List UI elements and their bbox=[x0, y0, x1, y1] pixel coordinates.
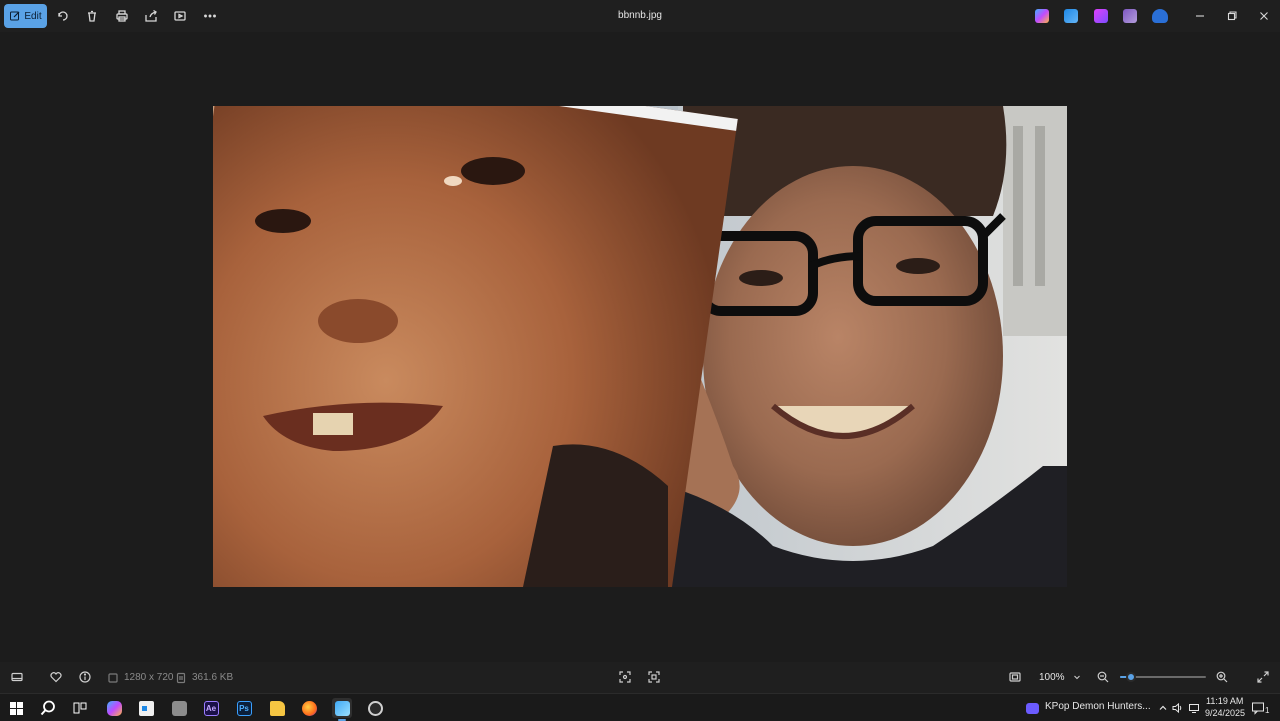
network-icon[interactable] bbox=[1184, 698, 1204, 718]
copilot-icon[interactable] bbox=[1035, 9, 1049, 23]
task-view-icon[interactable] bbox=[70, 698, 90, 718]
photoshop-icon[interactable]: Ps bbox=[234, 698, 254, 718]
fit-to-window-icon[interactable] bbox=[1008, 670, 1022, 684]
minimize-icon[interactable] bbox=[1192, 8, 1208, 24]
top-toolbar: Edit bbnnb.jpg bbox=[0, 0, 1280, 32]
system-icon[interactable] bbox=[169, 698, 189, 718]
file-size-icon bbox=[174, 671, 188, 685]
onedrive-icon[interactable] bbox=[1152, 9, 1168, 23]
file-title: bbnnb.jpg bbox=[618, 10, 662, 21]
close-icon[interactable] bbox=[1256, 8, 1272, 24]
zoom-out-icon[interactable] bbox=[1096, 670, 1110, 684]
file-size: 361.6 KB bbox=[192, 672, 234, 683]
photo-image bbox=[213, 106, 1067, 587]
dimensions-icon bbox=[106, 671, 120, 685]
filmstrip-icon[interactable] bbox=[10, 670, 24, 684]
zoom-in-icon[interactable] bbox=[1215, 670, 1229, 684]
zoom-value: 100% bbox=[1039, 671, 1065, 683]
slideshow-icon[interactable] bbox=[172, 8, 188, 24]
edit-button[interactable]: Edit bbox=[4, 4, 47, 28]
search-icon[interactable] bbox=[38, 698, 58, 718]
edit-icon bbox=[10, 11, 20, 21]
fullscreen-icon[interactable] bbox=[1256, 670, 1270, 684]
news-widget-label[interactable]: KPop Demon Hunters... bbox=[1045, 701, 1151, 712]
scan-text-icon[interactable] bbox=[618, 670, 632, 684]
obs-icon[interactable] bbox=[365, 698, 385, 718]
edit-button-label: Edit bbox=[24, 10, 42, 22]
after-effects-icon[interactable]: Ae bbox=[201, 698, 221, 718]
start-icon[interactable] bbox=[6, 698, 26, 718]
clock-date[interactable]: 9/24/2025 bbox=[1205, 708, 1245, 718]
store-icon[interactable] bbox=[136, 698, 156, 718]
news-widget-icon[interactable] bbox=[1022, 698, 1042, 718]
rotate-icon[interactable] bbox=[55, 8, 71, 24]
info-icon[interactable] bbox=[78, 670, 92, 684]
photos-app-icon[interactable] bbox=[1123, 9, 1137, 23]
delete-icon[interactable] bbox=[84, 8, 100, 24]
zoom-dropdown[interactable]: 100% bbox=[1033, 667, 1087, 687]
clock-time[interactable]: 11:19 AM bbox=[1206, 696, 1243, 706]
firefox-icon[interactable] bbox=[299, 698, 319, 718]
print-icon[interactable] bbox=[114, 8, 130, 24]
designer-icon[interactable] bbox=[1064, 9, 1078, 23]
file-explorer-icon[interactable] bbox=[267, 698, 287, 718]
visual-search-icon[interactable] bbox=[647, 670, 661, 684]
bottom-status-bar: 1280 x 720 361.6 KB bbox=[0, 662, 1280, 693]
restore-icon[interactable] bbox=[1224, 8, 1240, 24]
image-dimensions: 1280 x 720 bbox=[124, 672, 174, 683]
copilot-taskbar-icon[interactable] bbox=[104, 698, 124, 718]
favorite-icon[interactable] bbox=[49, 670, 63, 684]
more-options-icon[interactable] bbox=[202, 8, 218, 24]
notification-count: 1 bbox=[1265, 706, 1270, 715]
photo-canvas[interactable] bbox=[213, 106, 1067, 587]
chevron-down-icon bbox=[1074, 675, 1080, 680]
clipchamp-icon[interactable] bbox=[1094, 9, 1108, 23]
share-icon[interactable] bbox=[143, 8, 159, 24]
photos-taskbar-icon[interactable] bbox=[332, 698, 352, 721]
